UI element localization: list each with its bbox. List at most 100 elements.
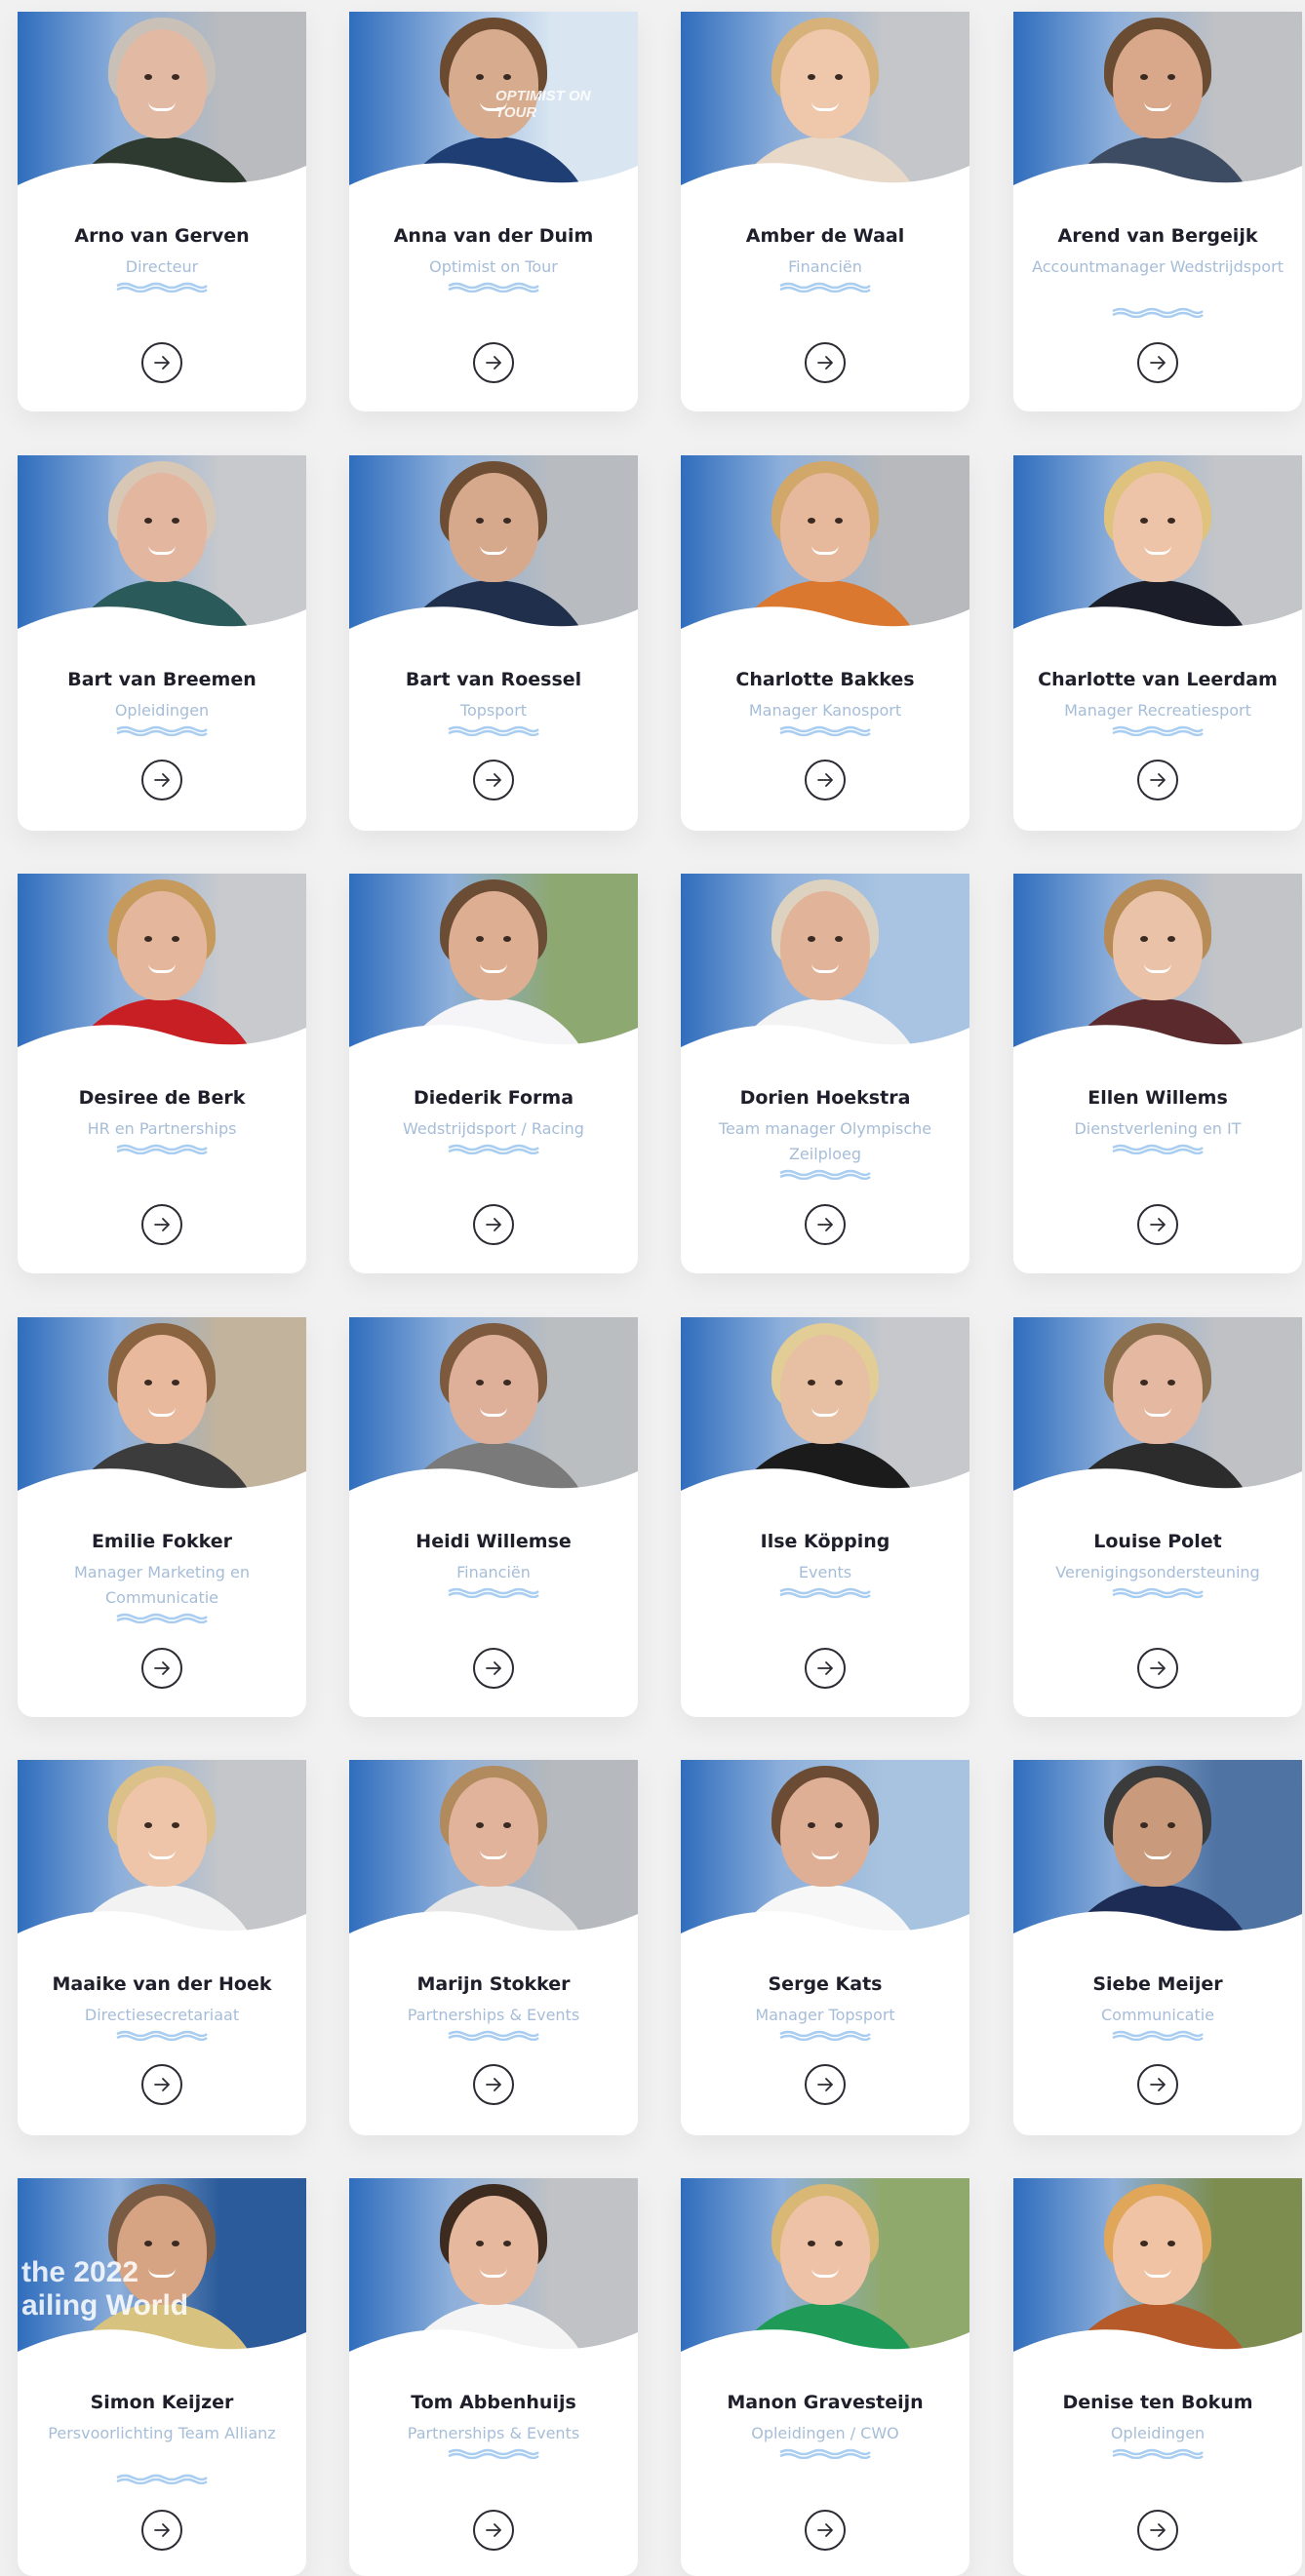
- arrow-right-icon: [1150, 1661, 1166, 1675]
- profile-link-button[interactable]: [805, 1204, 846, 1245]
- wave-divider: [349, 1911, 638, 1945]
- profile-link-button[interactable]: [1137, 1204, 1178, 1245]
- team-member-card: OPTIMIST ON TOUR Anna van der Duim Optimis…: [349, 12, 638, 411]
- team-member-card: Marijn Stokker Partnerships & Events: [349, 1760, 638, 2135]
- member-role: Manager Marketing en Communicatie: [73, 1563, 251, 1607]
- photo-eyes: [1138, 518, 1177, 526]
- photo-eyes: [474, 518, 513, 526]
- wave-divider: [18, 1911, 306, 1945]
- profile-link-button[interactable]: [805, 2064, 846, 2105]
- wave-accent-icon: [779, 725, 871, 736]
- wave-accent-icon: [779, 1587, 871, 1598]
- member-name: Anna van der Duim: [393, 225, 594, 247]
- profile-link-button[interactable]: [473, 1204, 514, 1245]
- wave-accent-icon: [116, 2474, 208, 2484]
- wave-divider: [349, 606, 638, 641]
- profile-link-button[interactable]: [805, 1648, 846, 1689]
- member-role: Persvoorlichting Team Allianz: [48, 2424, 276, 2442]
- wave-divider: [349, 1468, 638, 1503]
- arrow-right-icon: [1150, 773, 1166, 787]
- photo-eyes: [806, 518, 845, 526]
- team-member-card: Emilie Fokker Manager Marketing en Commun…: [18, 1317, 306, 1717]
- photo-face: [1113, 473, 1203, 582]
- team-member-card: Bart van Breemen Opleidingen: [18, 455, 306, 831]
- wave-divider: [681, 1468, 969, 1503]
- profile-link-button[interactable]: [1137, 2510, 1178, 2551]
- member-role: Dienstverlening en IT: [1074, 1119, 1242, 1138]
- profile-link-button[interactable]: [141, 1204, 182, 1245]
- photo-eyes: [806, 2241, 845, 2248]
- team-member-card: Louise Polet Verenigingsondersteuning: [1013, 1317, 1302, 1717]
- wave-accent-icon: [448, 725, 539, 736]
- member-role: Events: [798, 1563, 852, 1581]
- photo-eyes: [806, 1822, 845, 1830]
- member-role: Manager Recreatiesport: [1064, 701, 1251, 720]
- photo-eyes: [142, 74, 181, 82]
- wave-accent-icon: [779, 1169, 871, 1180]
- member-role: Partnerships & Events: [407, 2006, 580, 2024]
- team-member-card: Desiree de Berk HR en Partnerships: [18, 874, 306, 1273]
- wave-divider: [681, 606, 969, 641]
- member-name: Heidi Willemse: [415, 1531, 572, 1552]
- wave-accent-icon: [448, 2030, 539, 2041]
- profile-link-button[interactable]: [141, 342, 182, 383]
- wave-accent-icon: [116, 2030, 208, 2041]
- member-name: Louise Polet: [1093, 1531, 1222, 1552]
- arrow-right-icon: [154, 2523, 170, 2537]
- wave-divider: [18, 1025, 306, 1059]
- member-name: Marijn Stokker: [416, 1973, 571, 1995]
- wave-divider: [18, 606, 306, 641]
- profile-link-button[interactable]: [1137, 2064, 1178, 2105]
- wave-accent-icon: [779, 2030, 871, 2041]
- profile-link-button[interactable]: [141, 2064, 182, 2105]
- wave-accent-icon: [1112, 725, 1204, 736]
- member-role: Communicatie: [1100, 2006, 1215, 2024]
- photo-eyes: [1138, 1380, 1177, 1387]
- wave-divider: [18, 1468, 306, 1503]
- arrow-right-icon: [154, 773, 170, 787]
- profile-link-button[interactable]: [1137, 760, 1178, 800]
- profile-link-button[interactable]: [473, 342, 514, 383]
- profile-link-button[interactable]: [805, 2510, 846, 2551]
- member-name: Manon Gravesteijn: [727, 2392, 924, 2413]
- profile-link-button[interactable]: [1137, 1648, 1178, 1689]
- team-member-card: Bart van Roessel Topsport: [349, 455, 638, 831]
- profile-link-button[interactable]: [141, 760, 182, 800]
- photo-eyes: [474, 1380, 513, 1387]
- wave-divider: [1013, 1025, 1302, 1059]
- photo-face: [117, 29, 207, 138]
- profile-link-button[interactable]: [805, 760, 846, 800]
- member-name: Desiree de Berk: [78, 1087, 246, 1109]
- member-role: Optimist on Tour: [429, 257, 558, 276]
- photo-eyes: [806, 74, 845, 82]
- profile-link-button[interactable]: [473, 2064, 514, 2105]
- team-member-card: Dorien Hoekstra Team manager Olympische Z…: [681, 874, 969, 1273]
- photo-face: [1113, 891, 1203, 1000]
- photo-eyes: [806, 936, 845, 944]
- photo-eyes: [474, 1822, 513, 1830]
- team-member-card: Serge Kats Manager Topsport: [681, 1760, 969, 2135]
- arrow-right-icon: [1150, 2523, 1166, 2537]
- wave-accent-icon: [448, 1144, 539, 1154]
- profile-link-button[interactable]: [141, 2510, 182, 2551]
- team-member-card: the 2022 ailing World Simon Keijzer Persvo…: [18, 2178, 306, 2576]
- member-name: Arno van Gerven: [74, 225, 250, 247]
- wave-accent-icon: [116, 725, 208, 736]
- profile-link-button[interactable]: [141, 1648, 182, 1689]
- wave-accent-icon: [779, 282, 871, 293]
- profile-link-button[interactable]: [473, 760, 514, 800]
- arrow-right-icon: [486, 2523, 501, 2537]
- photo-face: [1113, 1335, 1203, 1444]
- wave-divider: [1013, 163, 1302, 197]
- team-member-card: Denise ten Bokum Opleidingen: [1013, 2178, 1302, 2576]
- profile-link-button[interactable]: [805, 342, 846, 383]
- member-name: Simon Keijzer: [90, 2392, 234, 2413]
- arrow-right-icon: [817, 773, 833, 787]
- profile-link-button[interactable]: [473, 1648, 514, 1689]
- member-role: Opleidingen: [114, 701, 210, 720]
- profile-link-button[interactable]: [473, 2510, 514, 2551]
- profile-link-button[interactable]: [1137, 342, 1178, 383]
- team-member-card: Ilse Köpping Events: [681, 1317, 969, 1717]
- photo-overlay-text: the 2022 ailing World: [21, 2256, 189, 2322]
- team-member-card: Siebe Meijer Communicatie: [1013, 1760, 1302, 2135]
